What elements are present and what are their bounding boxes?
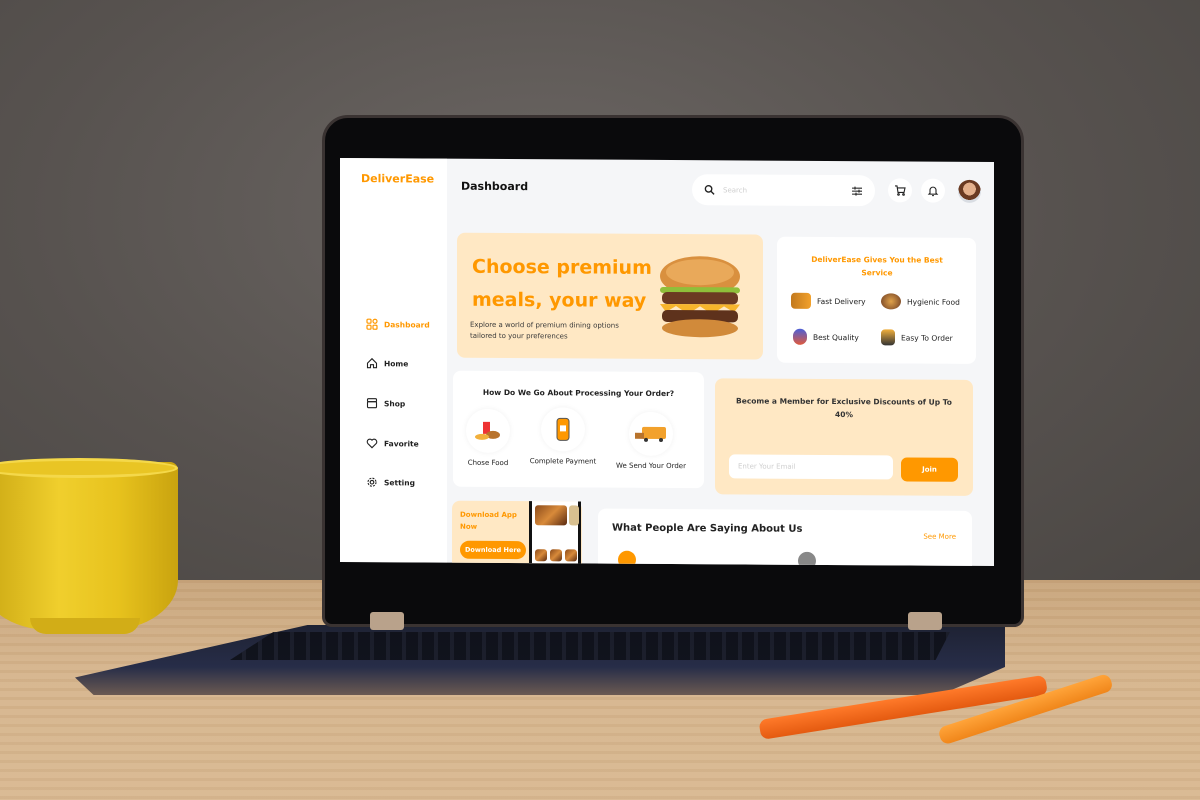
process-title: How Do We Go About Processing Your Order… — [482, 387, 675, 399]
sidebar: DeliverEase Dashboard Home Shop Favorite… — [340, 158, 447, 563]
burger-image — [660, 256, 740, 338]
laptop-screen: DeliverEase Dashboard Home Shop Favorite… — [340, 158, 994, 566]
sidebar-item-home[interactable]: Home — [366, 357, 408, 369]
badge-icon — [793, 328, 807, 345]
store-icon — [366, 398, 378, 409]
food-thumbnail — [569, 505, 579, 526]
search-bar[interactable] — [692, 174, 875, 207]
cart-button[interactable] — [888, 178, 912, 203]
hero-title-line1: Choose premium — [472, 255, 652, 279]
order-process-card: How Do We Go About Processing Your Order… — [453, 370, 704, 489]
reviewer-avatar — [798, 551, 816, 566]
notifications-button[interactable] — [921, 178, 945, 203]
hero-subtitle: Explore a world of premium dining option… — [470, 320, 619, 341]
membership-card: Become a Member for Exclusive Discounts … — [715, 378, 973, 496]
step-label: We Send Your Order — [616, 461, 686, 471]
feature-label: Easy To Order — [901, 332, 953, 343]
search-icon — [704, 184, 715, 195]
step-complete-payment: Complete Payment — [523, 407, 603, 466]
grid-icon — [366, 318, 378, 330]
feature-easy-to-order: Easy To Order — [881, 329, 953, 346]
feature-fast-delivery: Fast Delivery — [791, 292, 866, 309]
step-chose-food: Chose Food — [448, 408, 528, 468]
truck-icon — [791, 292, 811, 309]
step-send-order: We Send Your Order — [611, 411, 691, 471]
food-thumbnail — [565, 549, 577, 562]
service-title: DeliverEase Gives You the Best Service — [811, 254, 943, 278]
reviews-card: What People Are Saying About Us See More — [598, 508, 972, 566]
download-button[interactable]: Download Here — [460, 540, 526, 560]
sidebar-item-label: Dashboard — [384, 319, 430, 330]
step-label: Chose Food — [467, 458, 509, 468]
feature-label: Hygienic Food — [907, 296, 960, 307]
food-thumbnail — [535, 549, 547, 562]
sidebar-item-label: Home — [384, 358, 409, 368]
membership-title: Become a Member for Exclusive Discounts … — [736, 396, 952, 420]
hero-title: Choose premium meals, your way — [472, 251, 652, 318]
app-logo[interactable]: DeliverEase — [361, 172, 434, 185]
join-button[interactable]: Join — [901, 457, 958, 482]
fries-burger-icon — [466, 408, 510, 454]
sidebar-item-setting[interactable]: Setting — [366, 476, 415, 488]
service-card: DeliverEase Gives You the Best Service F… — [777, 236, 976, 364]
laptop-keyboard — [230, 632, 950, 660]
home-icon — [366, 357, 378, 369]
feature-label: Best Quality — [813, 332, 859, 342]
gear-icon — [367, 477, 377, 487]
burger-icon — [881, 293, 901, 310]
delivery-truck-icon — [629, 411, 673, 457]
phone-payment-icon — [541, 407, 585, 452]
sidebar-item-dashboard[interactable]: Dashboard — [366, 318, 430, 330]
search-input[interactable] — [723, 185, 851, 195]
feature-hygienic-food: Hygienic Food — [881, 293, 960, 310]
feature-best-quality: Best Quality — [793, 328, 859, 345]
laptop-hinge-right — [908, 612, 942, 630]
download-title: Download App Now — [460, 510, 517, 531]
reviews-title: What People Are Saying About Us — [612, 522, 803, 535]
download-app-card: Download App Now Download Here — [452, 500, 582, 566]
sidebar-item-favorite[interactable]: Favorite — [366, 437, 419, 449]
page-title: Dashboard — [461, 179, 529, 194]
sliders-icon[interactable] — [851, 185, 863, 197]
hero-banner: Choose premium meals, your way Explore a… — [457, 232, 763, 360]
sidebar-item-label: Setting — [384, 477, 415, 487]
food-thumbnail — [550, 549, 562, 562]
laptop-hinge-left — [370, 612, 404, 630]
sidebar-item-label: Favorite — [384, 438, 419, 448]
see-more-link[interactable]: See More — [923, 533, 956, 541]
step-label: Complete Payment — [529, 457, 597, 466]
email-field[interactable] — [729, 454, 893, 480]
sidebar-item-shop[interactable]: Shop — [366, 397, 405, 409]
hero-title-line2: meals, your way — [472, 288, 647, 312]
reviewer-avatar — [618, 550, 636, 566]
feature-label: Fast Delivery — [817, 296, 866, 306]
cart-icon — [895, 185, 906, 196]
courier-icon — [881, 329, 895, 346]
food-thumbnail — [535, 505, 567, 526]
heart-icon — [366, 438, 378, 449]
app-preview-phone — [529, 501, 581, 566]
mug-base — [30, 618, 140, 634]
user-avatar[interactable] — [958, 179, 981, 203]
bell-icon — [927, 186, 939, 197]
yellow-mug — [0, 462, 178, 630]
sidebar-item-label: Shop — [384, 398, 406, 408]
